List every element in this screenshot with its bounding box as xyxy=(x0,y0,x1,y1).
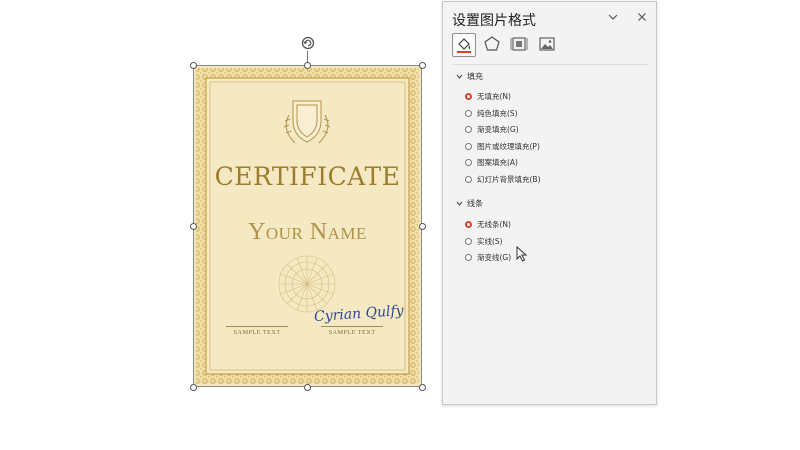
resize-handle-right[interactable] xyxy=(419,223,426,230)
certificate-title: CERTIFICATE xyxy=(214,162,401,191)
close-icon[interactable] xyxy=(634,9,650,25)
resize-handle-bottom[interactable] xyxy=(304,384,311,391)
fill-option-none[interactable]: 无填充(N) xyxy=(465,91,511,102)
effects-pentagon-icon xyxy=(484,36,500,51)
resize-handle-bottom-left[interactable] xyxy=(190,384,197,391)
tab-divider xyxy=(452,64,648,65)
radio[interactable] xyxy=(465,176,472,183)
line-option-label: 无线条(N) xyxy=(477,220,511,229)
format-picture-pane: 设置图片格式 填充 无填充(N) 纯色填充(S) 渐变填充(G) 图片或纹理填充… xyxy=(442,1,657,405)
certificate-image: CERTIFICATE Your Name Cyrian Qulfy SAMPL… xyxy=(193,65,422,387)
line-option-solid[interactable]: 实线(S) xyxy=(465,236,503,247)
sample-text-left: SAMPLE TEXT xyxy=(233,329,281,336)
fill-option-slide-background[interactable]: 幻灯片背景填充(B) xyxy=(465,174,541,185)
fill-option-solid[interactable]: 纯色填充(S) xyxy=(465,108,518,119)
resize-handle-bottom-right[interactable] xyxy=(419,384,426,391)
tab-effects[interactable] xyxy=(481,33,505,57)
chevron-down-icon xyxy=(456,74,463,79)
radio[interactable] xyxy=(465,110,472,117)
fill-option-label: 无填充(N) xyxy=(477,92,511,101)
certificate-picture[interactable]: CERTIFICATE Your Name Cyrian Qulfy SAMPL… xyxy=(193,65,422,387)
radio[interactable] xyxy=(465,238,472,245)
line-option-label: 渐变线(G) xyxy=(477,253,512,262)
line-option-gradient[interactable]: 渐变线(G) xyxy=(465,252,511,263)
radio[interactable] xyxy=(465,126,472,133)
fill-option-pattern[interactable]: 图案填充(A) xyxy=(465,157,518,168)
fill-option-gradient[interactable]: 渐变填充(G) xyxy=(465,124,519,135)
fill-line-icon xyxy=(457,38,471,53)
fill-option-label: 图案填充(A) xyxy=(477,158,518,167)
picture-icon xyxy=(539,37,555,51)
pane-title: 设置图片格式 xyxy=(452,13,536,29)
fill-option-label: 幻灯片背景填充(B) xyxy=(477,175,541,184)
tab-picture[interactable] xyxy=(536,33,560,57)
fill-option-picture-texture[interactable]: 图片或纹理填充(P) xyxy=(465,141,540,152)
radio[interactable] xyxy=(465,159,472,166)
chevron-down-icon xyxy=(456,201,463,206)
line-option-none[interactable]: 无线条(N) xyxy=(465,219,511,230)
radio-checked[interactable] xyxy=(465,93,472,100)
mouse-cursor-icon xyxy=(516,246,528,262)
certificate-recipient-name: Your Name xyxy=(248,219,367,245)
rotate-handle-icon[interactable] xyxy=(300,35,316,51)
signature-line-left xyxy=(226,326,288,327)
fill-section-label: 填充 xyxy=(467,72,483,81)
signature-line-right xyxy=(321,326,383,327)
line-option-label: 实线(S) xyxy=(477,237,503,246)
fill-option-label: 渐变填充(G) xyxy=(477,125,519,134)
fill-section-header[interactable]: 填充 xyxy=(455,71,483,82)
tab-fill-line[interactable] xyxy=(452,33,476,57)
line-section-header[interactable]: 线条 xyxy=(455,198,483,209)
resize-handle-top[interactable] xyxy=(304,62,311,69)
resize-handle-top-right[interactable] xyxy=(419,62,426,69)
fill-option-label: 图片或纹理填充(P) xyxy=(477,142,540,151)
sample-text-right: SAMPLE TEXT xyxy=(328,329,376,336)
size-layout-icon xyxy=(510,37,528,51)
resize-handle-left[interactable] xyxy=(190,223,197,230)
resize-handle-top-left[interactable] xyxy=(190,62,197,69)
chevron-down-icon[interactable] xyxy=(605,9,621,25)
radio[interactable] xyxy=(465,143,472,150)
radio-checked[interactable] xyxy=(465,221,472,228)
tab-size-layout[interactable] xyxy=(508,33,532,57)
line-section-label: 线条 xyxy=(467,199,483,208)
radio[interactable] xyxy=(465,254,472,261)
fill-option-label: 纯色填充(S) xyxy=(477,109,518,118)
